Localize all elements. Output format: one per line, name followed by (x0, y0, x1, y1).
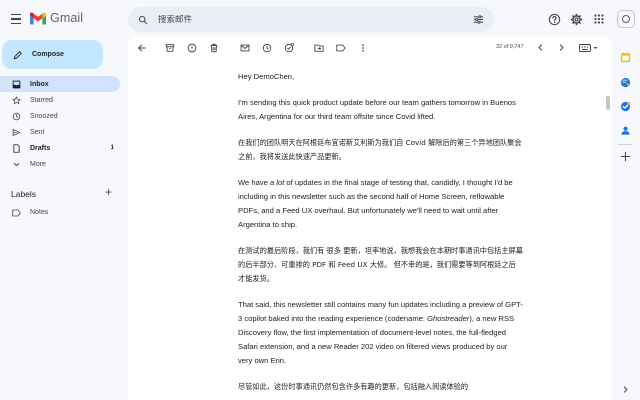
scrollbar-thumb[interactable] (606, 96, 610, 110)
sidebar-item-snoozed[interactable]: Snoozed (0, 108, 120, 124)
chevron-down-icon (12, 160, 21, 169)
gmail-m-icon (30, 12, 46, 24)
scrollbar[interactable] (604, 64, 612, 400)
input-tools-keyboard-icon[interactable] (578, 42, 600, 53)
sidebar-item-label: Starred (30, 96, 53, 104)
settings-gear-icon[interactable] (569, 12, 583, 26)
pencil-icon (13, 50, 22, 59)
snooze-clock-icon[interactable] (261, 42, 272, 53)
tasks-icon[interactable] (619, 100, 631, 112)
sidebar-item-label: Sent (30, 128, 45, 136)
contacts-icon[interactable] (619, 124, 631, 136)
archive-icon[interactable] (164, 42, 175, 53)
get-addons-plus-icon[interactable] (619, 150, 631, 162)
labels-heading: Labels (11, 189, 37, 199)
sidebar-item-more[interactable]: More (0, 156, 120, 172)
label-tag-icon[interactable] (335, 42, 346, 53)
sidebar-item-sent[interactable]: Sent (0, 124, 120, 140)
email-greeting: Hey DemoChen, (238, 72, 295, 81)
apps-grid-icon[interactable] (592, 12, 606, 26)
emphasis-text: a lot (269, 178, 285, 187)
app-name: Gmail (50, 11, 84, 25)
report-spam-icon[interactable] (186, 42, 197, 53)
email-paragraph: I'm sending this quick product update be… (238, 98, 516, 121)
message-panel: 32 of 9,747 Hey DemoChen, I'm sending th… (128, 36, 612, 400)
sidebar-item-drafts[interactable]: Drafts 1 (0, 140, 120, 156)
keep-icon[interactable] (619, 76, 631, 88)
inbox-icon (12, 80, 21, 89)
email-paragraph: We have a lot of updates in the final st… (238, 178, 513, 229)
send-icon (12, 128, 21, 137)
email-paragraph-zh: 尽管如此，这份时事通讯仍然包含许多有趣的更新，包括融入阅读体验的 (238, 382, 469, 391)
email-paragraph-zh: 在我们的团队明天在阿根廷布宜诺斯艾利斯为我们自 Covid 解除后的第三个异地团… (238, 138, 522, 161)
move-to-folder-icon[interactable] (313, 42, 324, 53)
sidebar-item-label: More (30, 160, 46, 168)
sidebar-item-inbox[interactable]: Inbox (0, 76, 120, 92)
delete-trash-icon[interactable] (208, 42, 219, 53)
email-paragraph-zh: 在测试的最后阶段，我们有 很多 更新，坦率地说，我想我会在本期时事通讯中包括主屏… (238, 246, 523, 283)
rail-divider (618, 144, 632, 145)
message-body-area[interactable]: Hey DemoChen, I'm sending this quick pro… (128, 60, 612, 400)
label-name: Notes (30, 209, 49, 216)
mark-unread-mail-icon[interactable] (239, 42, 250, 53)
search-input[interactable] (158, 14, 458, 25)
message-pager: 32 of 9,747 (496, 44, 524, 50)
newer-chevron-right-icon[interactable] (556, 42, 567, 53)
message-toolbar: 32 of 9,747 (128, 36, 612, 60)
sidebar-item-label: Drafts (30, 144, 51, 152)
more-options-icon[interactable] (357, 42, 368, 53)
older-chevron-left-icon[interactable] (535, 42, 546, 53)
sidebar-nav: Inbox Starred Snoozed Sent Drafts 1 More (0, 76, 120, 172)
drafts-count: 1 (110, 145, 114, 151)
calendar-icon[interactable] (619, 51, 631, 63)
label-icon (12, 208, 21, 217)
draft-icon (12, 143, 21, 153)
account-icon (622, 15, 630, 23)
search-icon[interactable] (138, 15, 148, 25)
search-options-icon[interactable] (473, 14, 484, 25)
gmail-logo[interactable]: Gmail (30, 11, 83, 25)
star-icon (12, 96, 21, 105)
main-menu-button[interactable] (6, 9, 26, 29)
compose-label: Compose (32, 51, 64, 58)
sidebar-item-starred[interactable]: Starred (0, 92, 120, 108)
search-bar[interactable] (128, 7, 494, 32)
sidebar-item-label: Snoozed (30, 112, 58, 120)
email-body: Hey DemoChen, I'm sending this quick pro… (238, 70, 523, 400)
account-avatar[interactable] (617, 10, 635, 28)
add-task-icon[interactable] (283, 42, 294, 53)
emphasis-text: Ghostreader (427, 314, 470, 323)
compose-button[interactable]: Compose (2, 40, 103, 69)
email-paragraph: That said, this newsletter still contain… (238, 300, 523, 365)
clock-icon (12, 112, 21, 121)
help-icon[interactable] (547, 12, 561, 26)
hide-side-panel-chevron-icon[interactable] (619, 383, 631, 395)
back-arrow-icon[interactable] (136, 42, 147, 53)
add-label-icon[interactable]: + (105, 186, 112, 198)
sidebar-item-label: Inbox (30, 80, 49, 88)
sidebar-label-notes[interactable]: Notes (12, 208, 48, 217)
